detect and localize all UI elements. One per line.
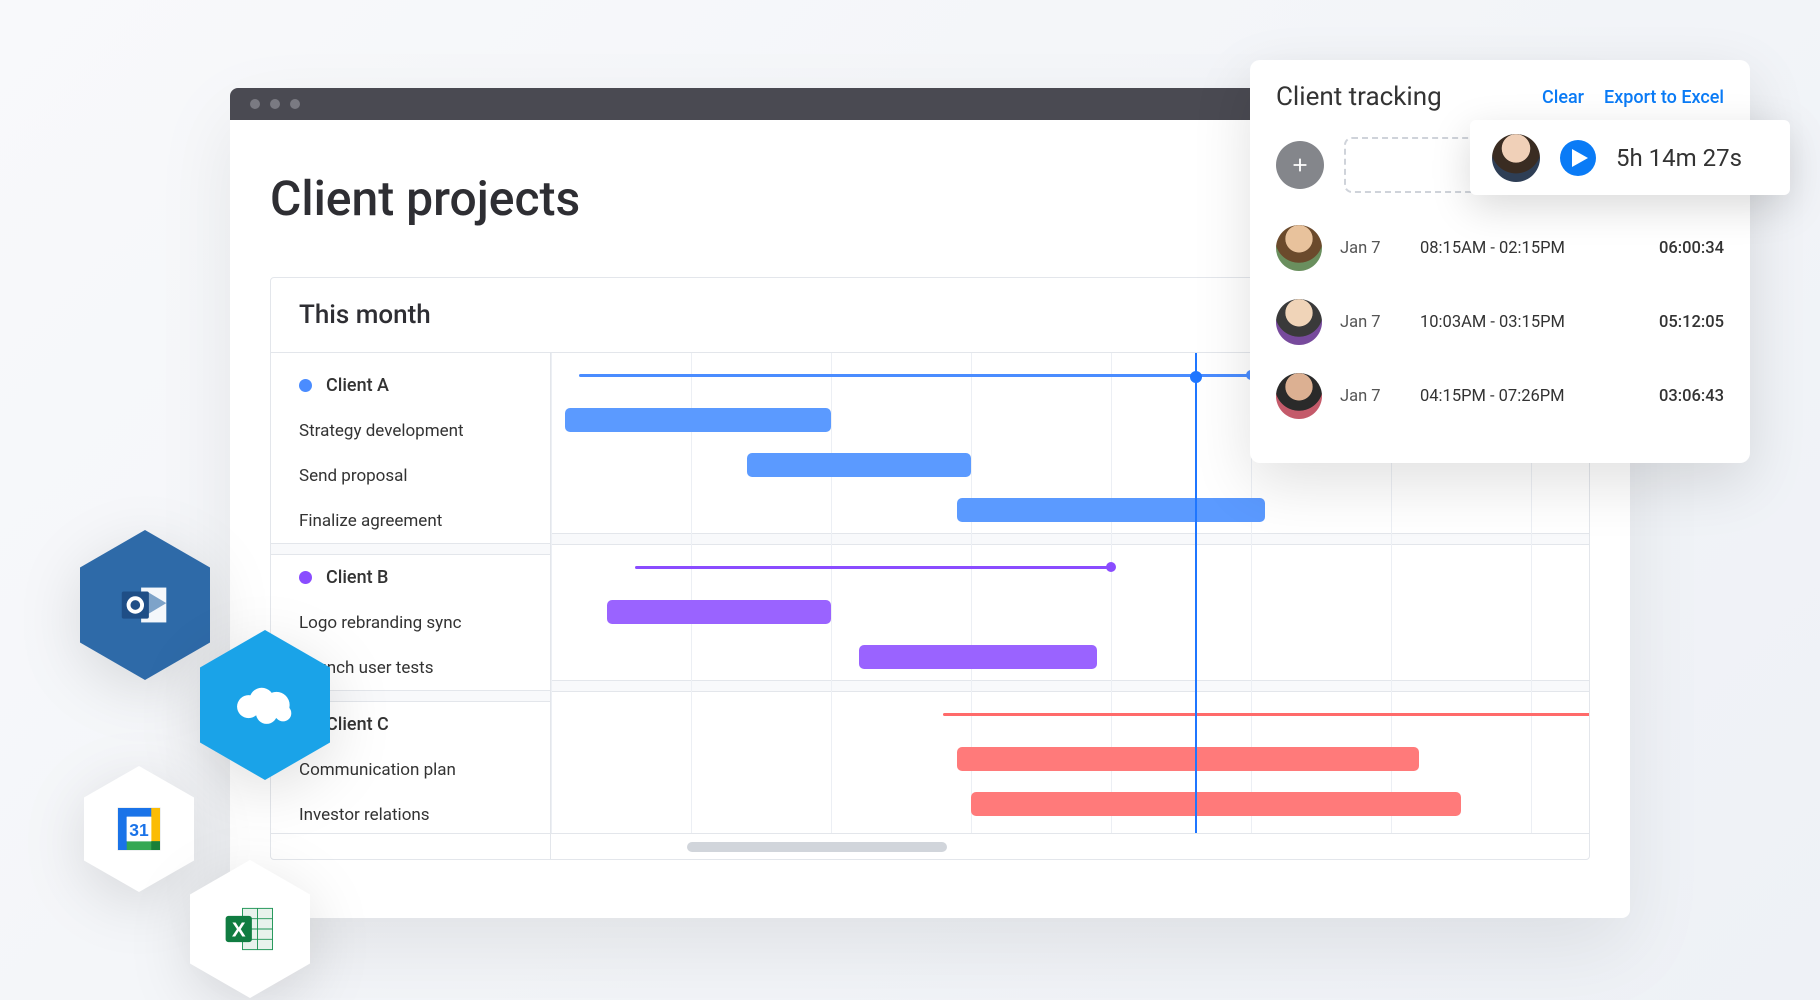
- entry-range: 08:15AM - 02:15PM: [1420, 239, 1641, 258]
- google-calendar-icon: 31: [111, 801, 167, 857]
- google-calendar-integration-icon[interactable]: 31: [84, 766, 194, 892]
- play-icon: [1572, 149, 1588, 167]
- salesforce-integration-icon[interactable]: [200, 630, 330, 780]
- play-button[interactable]: [1560, 140, 1596, 176]
- entry-date: Jan 7: [1340, 239, 1402, 258]
- tracking-title: Client tracking: [1276, 82, 1522, 112]
- excel-integration-icon[interactable]: X: [190, 860, 310, 998]
- tracking-entry[interactable]: Jan 7 04:15PM - 07:26PM 03:06:43: [1276, 359, 1724, 433]
- plus-icon: [1289, 154, 1311, 176]
- task-bar[interactable]: [747, 453, 971, 477]
- group-name: Client C: [326, 714, 389, 735]
- gantt-today-dot: [1190, 371, 1202, 383]
- live-tracking-chip: 5h 14m 27s: [1470, 120, 1790, 195]
- task-name: Send proposal: [299, 466, 408, 486]
- gantt-task-label[interactable]: Investor relations: [271, 792, 550, 837]
- gantt-group-summary[interactable]: [551, 692, 1589, 737]
- entry-duration: 06:00:34: [1659, 239, 1724, 258]
- task-bar[interactable]: [957, 498, 1265, 522]
- task-name: Strategy development: [299, 421, 464, 441]
- tracking-entries: Jan 7 08:15AM - 02:15PM 06:00:34 Jan 7 10:03…: [1276, 211, 1724, 433]
- window-close-dot[interactable]: [250, 99, 260, 109]
- task-name: Investor relations: [299, 805, 430, 825]
- tracking-clear-button[interactable]: Clear: [1542, 87, 1584, 108]
- tracking-header: Client tracking Clear Export to Excel: [1276, 82, 1724, 112]
- outlook-integration-icon[interactable]: [80, 530, 210, 680]
- task-bar[interactable]: [607, 600, 831, 624]
- entry-range: 10:03AM - 03:15PM: [1420, 313, 1641, 332]
- window-max-dot[interactable]: [290, 99, 300, 109]
- avatar: [1276, 299, 1322, 345]
- entry-date: Jan 7: [1340, 313, 1402, 332]
- svg-text:31: 31: [129, 820, 149, 840]
- entry-duration: 03:06:43: [1659, 387, 1724, 406]
- gantt-task-row[interactable]: [551, 488, 1589, 533]
- gantt-task-row[interactable]: [551, 590, 1589, 635]
- gantt-group-row[interactable]: Client A: [271, 363, 550, 408]
- group-name: Client A: [326, 375, 389, 396]
- excel-icon: X: [220, 899, 280, 959]
- tracking-entry[interactable]: Jan 7 10:03AM - 03:15PM 05:12:05: [1276, 285, 1724, 359]
- tracking-export-button[interactable]: Export to Excel: [1604, 87, 1724, 108]
- task-name: Finalize agreement: [299, 511, 442, 531]
- task-bar[interactable]: [859, 645, 1097, 669]
- gantt-group-summary[interactable]: [551, 545, 1589, 590]
- tracking-add-button[interactable]: [1276, 141, 1324, 189]
- entry-range: 04:15PM - 07:26PM: [1420, 387, 1641, 406]
- gantt-task-row[interactable]: [551, 635, 1589, 680]
- entry-date: Jan 7: [1340, 387, 1402, 406]
- task-bar[interactable]: [957, 747, 1419, 771]
- outlook-icon: [114, 574, 176, 636]
- task-bar[interactable]: [971, 792, 1461, 816]
- task-bar[interactable]: [565, 408, 831, 432]
- gantt-group-row[interactable]: Client B: [271, 555, 550, 600]
- gantt-task-label[interactable]: Send proposal: [271, 453, 550, 498]
- group-color-dot: [299, 379, 312, 392]
- window-min-dot[interactable]: [270, 99, 280, 109]
- gantt-scrollbar-track[interactable]: [567, 842, 1573, 852]
- gantt-scrollbar-thumb[interactable]: [687, 842, 947, 852]
- gantt-task-row[interactable]: [551, 782, 1589, 827]
- svg-text:X: X: [232, 919, 246, 942]
- avatar: [1492, 134, 1540, 182]
- group-color-dot: [299, 571, 312, 584]
- avatar: [1276, 373, 1322, 419]
- tracking-entry[interactable]: Jan 7 08:15AM - 02:15PM 06:00:34: [1276, 211, 1724, 285]
- group-name: Client B: [326, 567, 388, 588]
- gantt-task-label[interactable]: Strategy development: [271, 408, 550, 453]
- gantt-task-label[interactable]: Finalize agreement: [271, 498, 550, 543]
- gantt-task-row[interactable]: [551, 737, 1589, 782]
- live-duration: 5h 14m 27s: [1616, 144, 1742, 172]
- entry-duration: 05:12:05: [1659, 313, 1724, 332]
- gantt-today-marker: [1195, 353, 1197, 833]
- avatar: [1276, 225, 1322, 271]
- salesforce-icon: [232, 682, 298, 728]
